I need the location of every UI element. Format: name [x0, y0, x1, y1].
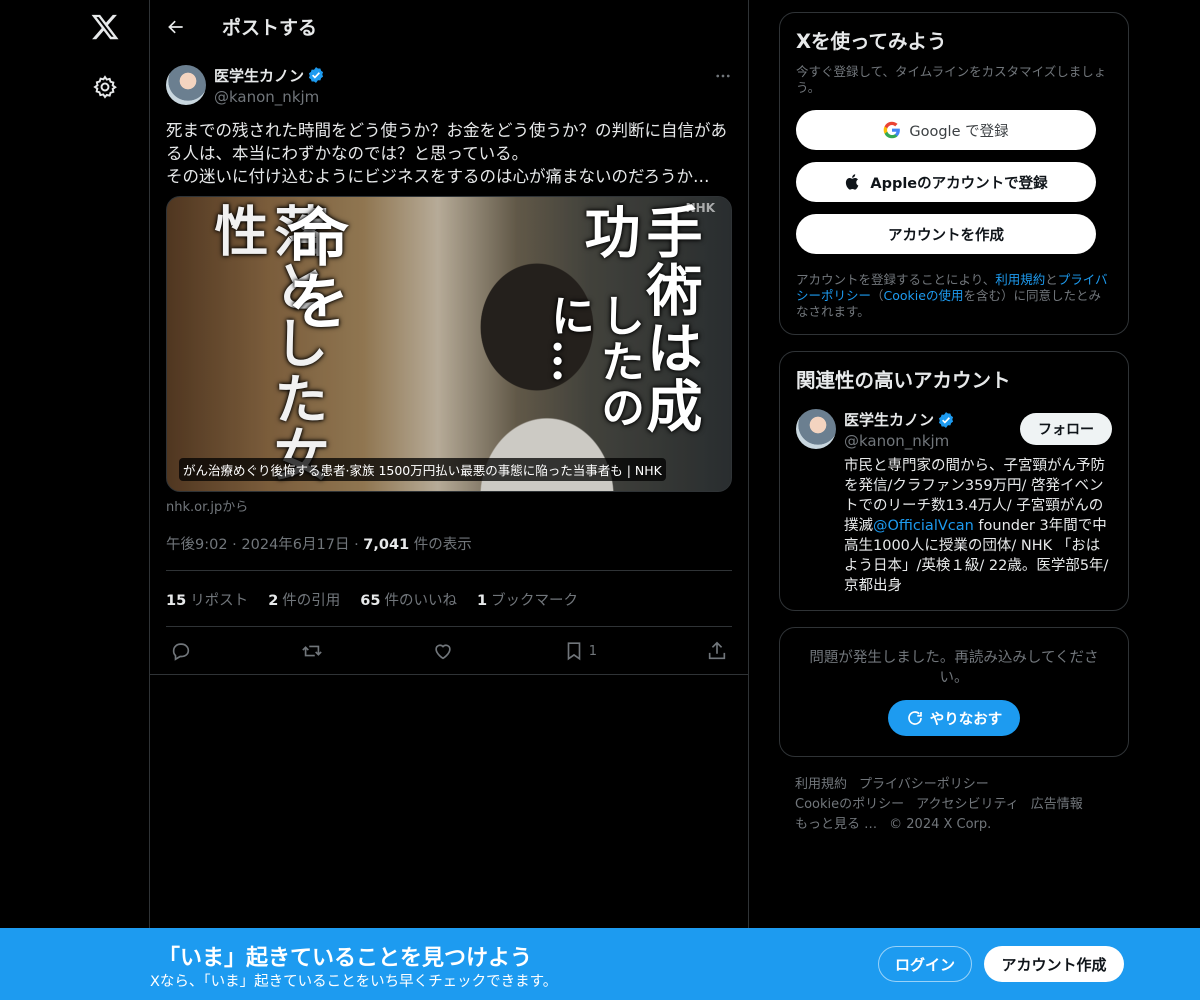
repost-icon — [302, 645, 322, 657]
signup-subtitle: 今すぐ登録して、タイムラインをカスタマイズしましょう。 — [796, 64, 1107, 95]
signup-title: Xを使ってみよう — [796, 30, 947, 53]
create-account-label: アカウントを作成 — [888, 227, 1004, 244]
tweet-author: 医学生カノン @kanon_nkjm — [166, 53, 732, 117]
bookmark-icon — [567, 642, 581, 661]
main-column: ポストする 医学生カノン @kanon_nkjm 死までの残された時間をどう使う… — [149, 0, 749, 1000]
apple-logo-icon — [846, 174, 859, 190]
reply-button[interactable] — [170, 640, 192, 662]
tweet-time[interactable]: 午後9:02 — [166, 537, 228, 553]
verified-badge-icon — [308, 67, 324, 83]
x-logo-icon[interactable] — [90, 12, 120, 42]
stat-bookmarks[interactable]: 1 ブックマーク — [477, 589, 578, 610]
reply-icon — [172, 643, 190, 661]
footer-link-terms[interactable]: 利用規約 — [795, 777, 847, 792]
share-button[interactable] — [706, 640, 728, 662]
tweet-meta: 午後9:02 · 2024年6月17日 · 7,041 件の表示 — [166, 533, 732, 571]
avatar[interactable] — [796, 409, 836, 449]
signup-button[interactable]: アカウント作成 — [984, 946, 1124, 982]
overlay-text-left-2: 命を — [276, 205, 349, 333]
page-header: ポストする — [150, 0, 748, 53]
tweet-date[interactable]: 2024年6月17日 — [241, 537, 349, 553]
banner-subtitle: Xなら、「いま」起きていることをいち早くチェックできます。 — [150, 974, 558, 990]
watermark: NHK — [685, 201, 715, 215]
refresh-icon — [907, 711, 922, 725]
error-card: 問題が発生しました。再読み込みしてください。 やりなおす — [779, 627, 1129, 757]
bookmark-count: 1 — [588, 643, 598, 659]
footer-link-privacy[interactable]: プライバシーポリシー — [859, 777, 989, 792]
footer-link-cookie[interactable]: Cookieのポリシー — [795, 797, 904, 812]
heart-icon — [435, 644, 451, 660]
copyright: © 2024 X Corp. — [889, 817, 992, 832]
signup-legal-text: アカウントを登録することにより、利用規約とプライバシーポリシー（Cookieの使… — [796, 272, 1108, 319]
terms-link[interactable]: 利用規約 — [995, 272, 1045, 287]
link-card-image[interactable]: 落とした女性 命を 手術は成功 したのに… NHK がん治療めぐり後悔する患者·… — [166, 196, 732, 492]
footer-link-more[interactable]: もっと見る … — [795, 817, 877, 832]
retry-label: やりなおす — [929, 711, 1003, 728]
link-source[interactable]: nhk.or.jpから — [166, 496, 732, 515]
arrow-left-icon — [168, 20, 183, 33]
repost-button[interactable] — [301, 640, 323, 662]
stat-reposts[interactable]: 15 リポスト — [166, 589, 248, 610]
verified-badge-icon — [938, 411, 954, 428]
view-label: 件の表示 — [409, 537, 472, 553]
footer-links: 利用規約 プライバシーポリシー Cookieのポリシー アクセシビリティ 広告情報 も… — [779, 773, 1129, 837]
related-name[interactable]: 医学生カノン — [844, 409, 934, 430]
left-nav — [0, 0, 150, 1000]
retry-button[interactable]: やりなおす — [887, 700, 1021, 736]
avatar[interactable] — [166, 65, 206, 105]
gear-icon[interactable] — [92, 74, 118, 100]
cookie-link[interactable]: Cookieの使用 — [884, 288, 964, 303]
right-sidebar: Xを使ってみよう 今すぐ登録して、タイムラインをカスタマイズしましょう。 Goo… — [779, 12, 1129, 837]
author-handle[interactable]: @kanon_nkjm — [214, 88, 325, 106]
banner-title: 「いま」起きていることを見つけよう — [158, 946, 533, 971]
back-button[interactable] — [150, 0, 202, 53]
stat-likes[interactable]: 65 件のいいね — [360, 589, 457, 610]
tweet-actions: 1 — [166, 627, 732, 675]
author-name[interactable]: 医学生カノン — [214, 65, 304, 86]
view-count: 7,041 — [363, 537, 410, 553]
footer-link-ads[interactable]: 広告情報 — [1031, 797, 1083, 812]
divider — [150, 674, 748, 675]
google-logo-icon — [884, 121, 901, 139]
stat-quotes[interactable]: 2 件の引用 — [268, 589, 340, 610]
footer-link-accessibility[interactable]: アクセシビリティ — [916, 797, 1019, 812]
more-options-icon[interactable] — [714, 67, 732, 85]
bookmark-button[interactable]: 1 — [563, 640, 597, 662]
link-card-caption: がん治療めぐり後悔する患者·家族 1500万円払い最悪の事態に陥った当事者も |… — [179, 458, 666, 481]
error-message: 問題が発生しました。再読み込みしてください。 — [809, 650, 1099, 686]
tweet-text: 死までの残された時間をどう使うか？お金をどう使うか？の判断に自信がある人は、本当… — [166, 121, 727, 186]
related-account[interactable]: 医学生カノン @kanon_nkjm 市民と専門家の間から、子宮頸がん予防を発信… — [796, 409, 1112, 596]
tweet-stats: 15 リポスト 2 件の引用 65 件のいいね 1 ブックマーク — [166, 571, 732, 627]
signup-banner: 「いま」起きていることを見つけよう Xなら、「いま」起きていることをいち早くチェ… — [0, 928, 1200, 1000]
share-icon — [708, 641, 726, 660]
tweet: 医学生カノン @kanon_nkjm 死までの残された時間をどう使うか？お金をど… — [150, 53, 748, 675]
like-button[interactable] — [432, 640, 454, 662]
related-bio: 市民と専門家の間から、子宮頸がん予防を発信/クラファン359万円/ 啓発イベント… — [844, 458, 1109, 594]
login-button[interactable]: ログイン — [878, 946, 972, 982]
apple-signup-label: Appleのアカウントで登録 — [870, 175, 1048, 192]
page-title: ポストする — [222, 17, 318, 39]
follow-button[interactable]: フォロー — [1020, 413, 1112, 445]
create-account-button[interactable]: アカウントを作成 — [796, 214, 1096, 254]
mention-link[interactable]: @OfficialVcan — [873, 518, 974, 534]
google-signup-button[interactable]: Google で登録 — [796, 110, 1096, 150]
related-title: 関連性の高いアカウント — [796, 369, 1011, 392]
google-signup-label: Google で登録 — [909, 123, 1009, 140]
signup-card: Xを使ってみよう 今すぐ登録して、タイムラインをカスタマイズしましょう。 Goo… — [779, 12, 1129, 335]
apple-signup-button[interactable]: Appleのアカウントで登録 — [796, 162, 1096, 202]
related-accounts-card: 関連性の高いアカウント 医学生カノン @kanon_nkjm 市民と専門家の間か… — [779, 351, 1129, 611]
